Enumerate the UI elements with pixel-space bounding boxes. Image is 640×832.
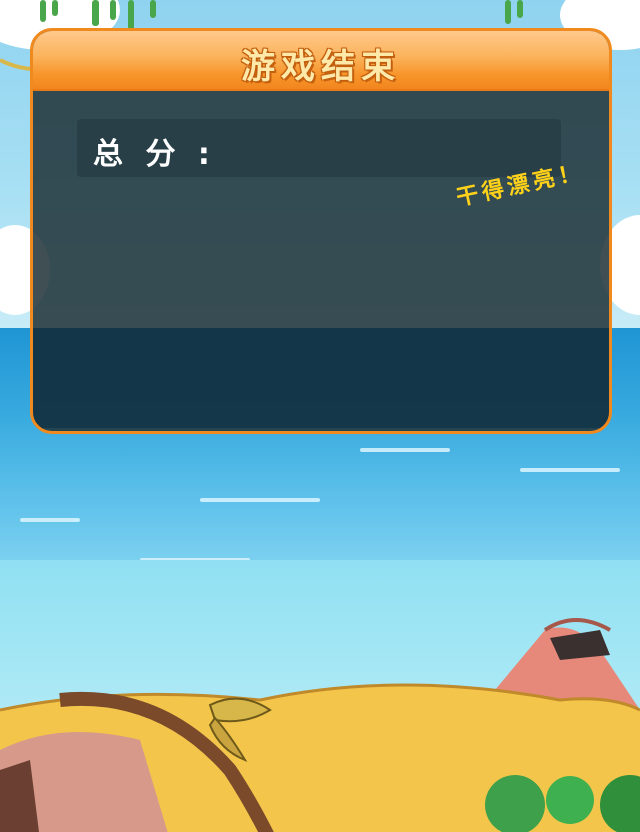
score-box: 总 分 : [77,119,561,177]
wave [20,518,80,522]
score-label: 总 分 : [93,137,216,172]
wave [520,468,620,472]
game-over-dialog: 游戏结束 总 分 : 干得漂亮！ [30,28,612,434]
dimmed-sea [33,328,609,428]
dialog-header: 游戏结束 [33,31,609,91]
wave [360,448,450,452]
dialog-title: 游戏结束 [241,47,401,87]
dialog-frame: 游戏结束 总 分 : 干得漂亮！ [30,28,612,434]
wave [200,498,320,502]
shrub-icon [546,776,594,824]
island [0,618,640,832]
vine-leaves-icon [40,0,523,30]
